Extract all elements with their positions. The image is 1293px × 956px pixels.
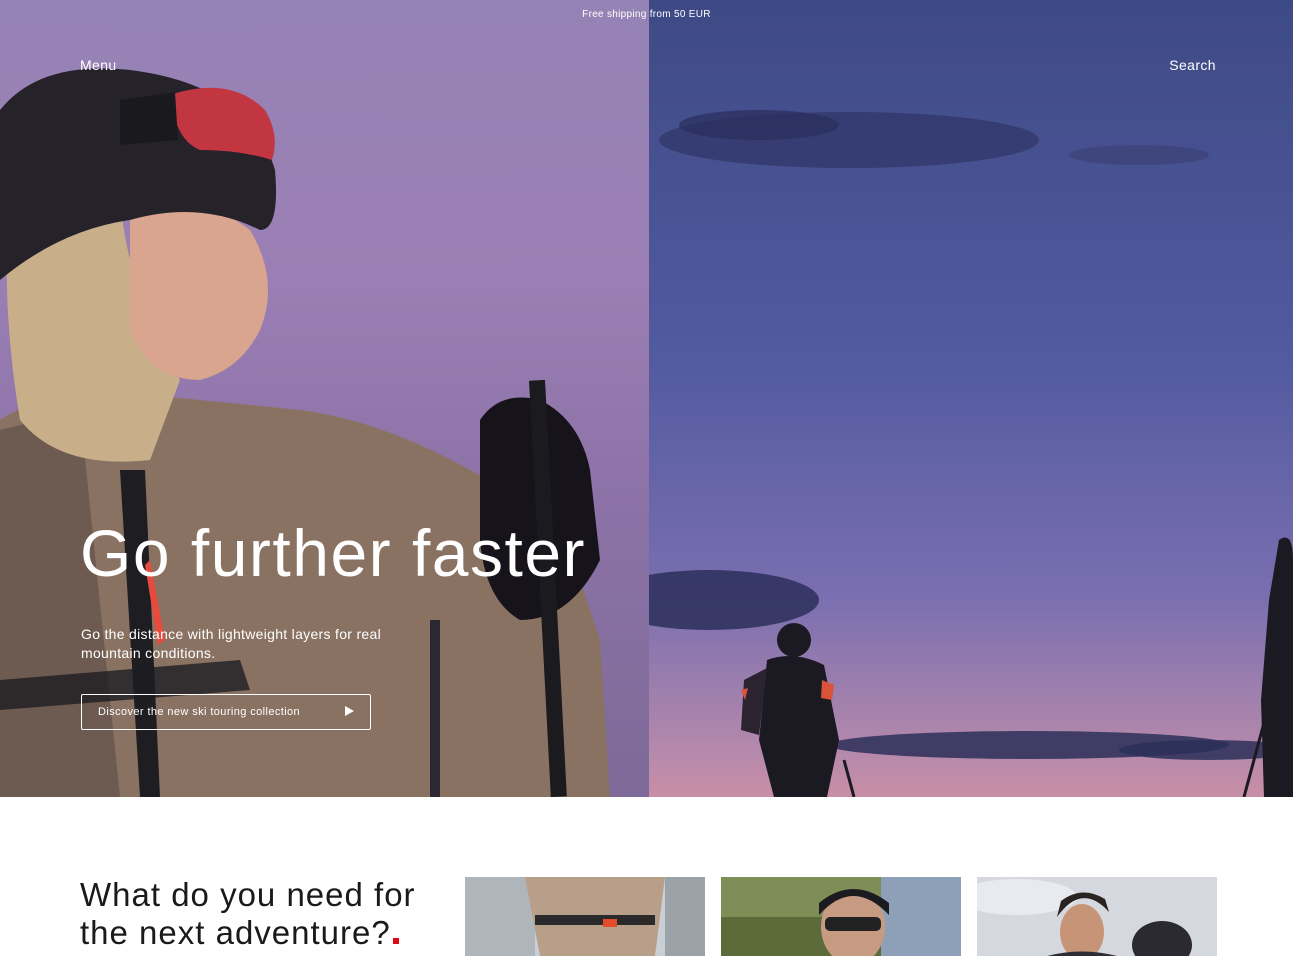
cta-label: Discover the new ski touring collection [98, 706, 301, 718]
section-title-text: What do you need for the next adventure? [80, 876, 416, 951]
hero-image-right [649, 0, 1293, 797]
menu-button[interactable]: Menu [80, 57, 117, 73]
arrow-right-icon [344, 705, 358, 720]
search-button[interactable]: Search [1169, 57, 1216, 73]
category-card-3[interactable] [977, 877, 1217, 956]
category-card-2[interactable] [721, 877, 961, 956]
category-card-1[interactable] [465, 877, 705, 956]
section-title: What do you need for the next adventure? [80, 876, 450, 952]
hero-image-left [0, 0, 649, 797]
promo-bar: Free shipping from 50 EUR [582, 9, 711, 20]
hero-banner [0, 0, 1293, 797]
category-image-2 [721, 877, 961, 956]
hero-headline: Go further faster [80, 516, 587, 590]
category-image-3 [977, 877, 1217, 956]
category-image-1 [465, 877, 705, 956]
hero-lead-text: Go the distance with lightweight layers … [81, 626, 381, 661]
discover-collection-button[interactable]: Discover the new ski touring collection [81, 694, 371, 730]
mountain-skiers-illustration [649, 110, 1293, 797]
skier-portrait-illustration [0, 68, 610, 797]
red-dot-accent [392, 938, 399, 944]
